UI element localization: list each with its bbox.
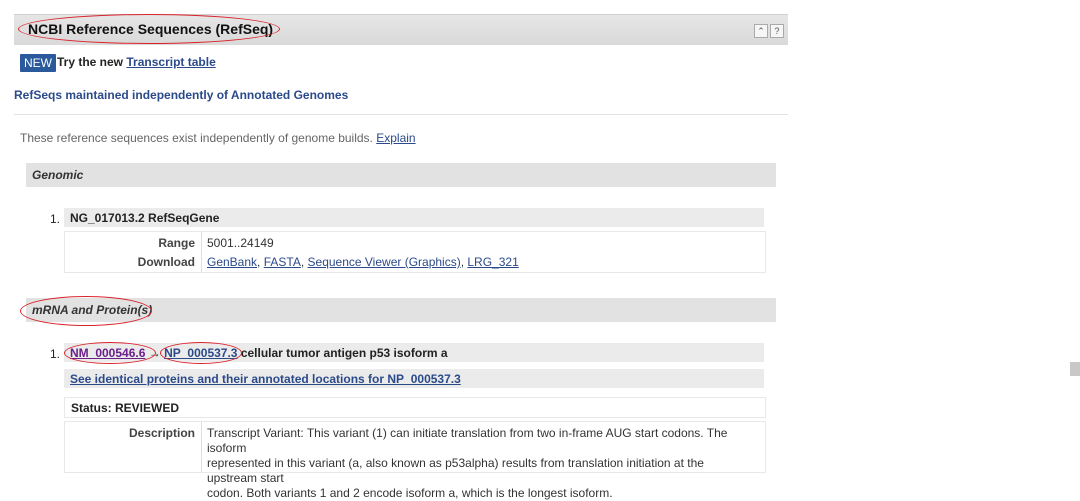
genomic-heading-bar[interactable]: Genomic xyxy=(26,163,776,187)
np-accession-link[interactable]: NP_000537.3 xyxy=(164,346,237,360)
download-label: Download xyxy=(137,255,195,269)
mrna-item-title-row: NM_000546.6 → NP_000537.3 cellular tumor… xyxy=(64,343,764,362)
range-value: 5001..24149 xyxy=(207,236,274,250)
panel-controls: ⌃ ? xyxy=(754,24,784,38)
status-row: Status: REVIEWED xyxy=(64,397,766,418)
genomic-item-title-row: NG_017013.2 RefSeqGene xyxy=(64,208,764,227)
download-links: GenBank, FASTA, Sequence Viewer (Graphic… xyxy=(207,255,519,269)
section-intro: These reference sequences exist independ… xyxy=(20,131,416,145)
mrna-item-number: 1. xyxy=(50,347,61,361)
identical-proteins-row: See identical proteins and their annotat… xyxy=(64,369,764,388)
description-label: Description xyxy=(128,426,195,440)
description-block: Description Transcript Variant: This var… xyxy=(64,421,766,500)
description-text: Transcript Variant: This variant (1) can… xyxy=(207,426,757,501)
transcript-table-link[interactable]: Transcript table xyxy=(126,55,215,69)
range-label: Range xyxy=(158,236,195,250)
description-line-3: codon. Both variants 1 and 2 encode isof… xyxy=(207,486,613,500)
description-divider xyxy=(201,422,202,472)
identical-proteins-link[interactable]: See identical proteins and their annotat… xyxy=(70,372,461,386)
nm-accession-link[interactable]: NM_000546.6 xyxy=(70,346,145,360)
genomic-details: Range 5001..24149 Download GenBank, FAST… xyxy=(64,231,766,273)
description-line-2: represented in this variant (a, also kno… xyxy=(207,456,704,485)
try-transcript-text: Try the new Transcript table xyxy=(57,55,216,69)
mrna-heading: mRNA and Protein(s) xyxy=(32,303,153,317)
mrna-item-title: NM_000546.6 → NP_000537.3 cellular tumor… xyxy=(70,346,448,360)
genomic-item-number: 1. xyxy=(50,212,61,226)
genomic-heading: Genomic xyxy=(32,168,84,182)
sequence-viewer-link[interactable]: Sequence Viewer (Graphics) xyxy=(308,255,461,269)
panel-title: NCBI Reference Sequences (RefSeq) xyxy=(28,21,274,37)
scrollbar-thumb[interactable] xyxy=(1070,362,1080,376)
description-line-1: Transcript Variant: This variant (1) can… xyxy=(207,426,728,455)
explain-link[interactable]: Explain xyxy=(376,131,415,145)
genbank-link[interactable]: GenBank xyxy=(207,255,257,269)
section-title: RefSeqs maintained independently of Anno… xyxy=(14,88,349,102)
collapse-icon[interactable]: ⌃ xyxy=(754,24,768,38)
protein-name: cellular tumor antigen p53 isoform a xyxy=(240,346,448,360)
status-text: Status: REVIEWED xyxy=(71,401,180,415)
try-prefix: Try the new xyxy=(57,55,124,69)
mrna-heading-bar[interactable]: mRNA and Protein(s) xyxy=(26,298,776,322)
new-badge: NEW xyxy=(20,54,56,72)
genomic-item-title: NG_017013.2 RefSeqGene xyxy=(70,211,220,225)
divider xyxy=(14,114,788,115)
refseq-panel-header: NCBI Reference Sequences (RefSeq) ⌃ ? xyxy=(14,14,788,45)
intro-text: These reference sequences exist independ… xyxy=(20,131,373,145)
help-icon[interactable]: ? xyxy=(770,24,784,38)
lrg-link[interactable]: LRG_321 xyxy=(467,255,518,269)
details-divider xyxy=(201,232,202,272)
arrow-separator: → xyxy=(148,346,161,360)
fasta-link[interactable]: FASTA xyxy=(264,255,301,269)
